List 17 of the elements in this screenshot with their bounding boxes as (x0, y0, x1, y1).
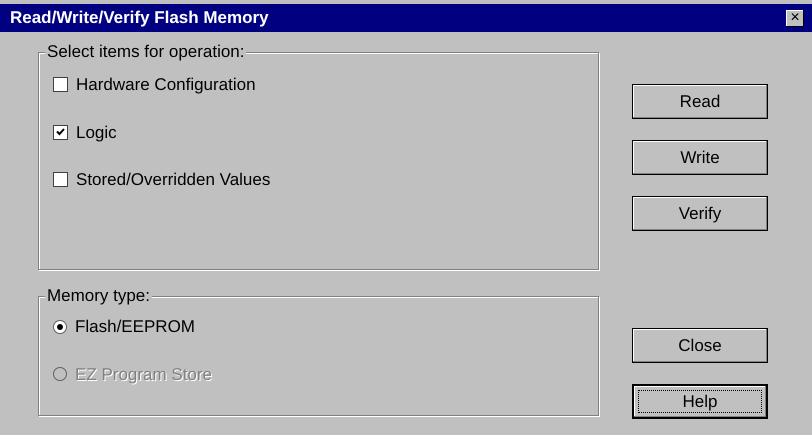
dialog-button[interactable]: Close (632, 328, 768, 363)
checkmark-icon (56, 128, 65, 136)
dialog-button[interactable]: Help (632, 384, 768, 419)
dialog-button[interactable]: Read (632, 84, 768, 119)
checkbox[interactable] (53, 124, 68, 140)
checkbox-label: Logic (76, 122, 117, 144)
dialog-button[interactable]: Verify (632, 196, 768, 231)
radio-label: Flash/EEPROM (75, 316, 195, 338)
radio-label: EZ Program Store (75, 364, 212, 386)
close-button[interactable]: × (786, 10, 804, 26)
checkbox-label: Hardware Configuration (76, 74, 256, 96)
dialog-button[interactable]: Write (632, 140, 768, 175)
checkbox-label: Stored/Overridden Values (76, 169, 270, 191)
checkbox[interactable] (53, 77, 68, 92)
window-title: Read/Write/Verify Flash Memory (10, 7, 269, 30)
radio-button[interactable] (53, 320, 67, 334)
checkbox[interactable] (53, 172, 68, 188)
